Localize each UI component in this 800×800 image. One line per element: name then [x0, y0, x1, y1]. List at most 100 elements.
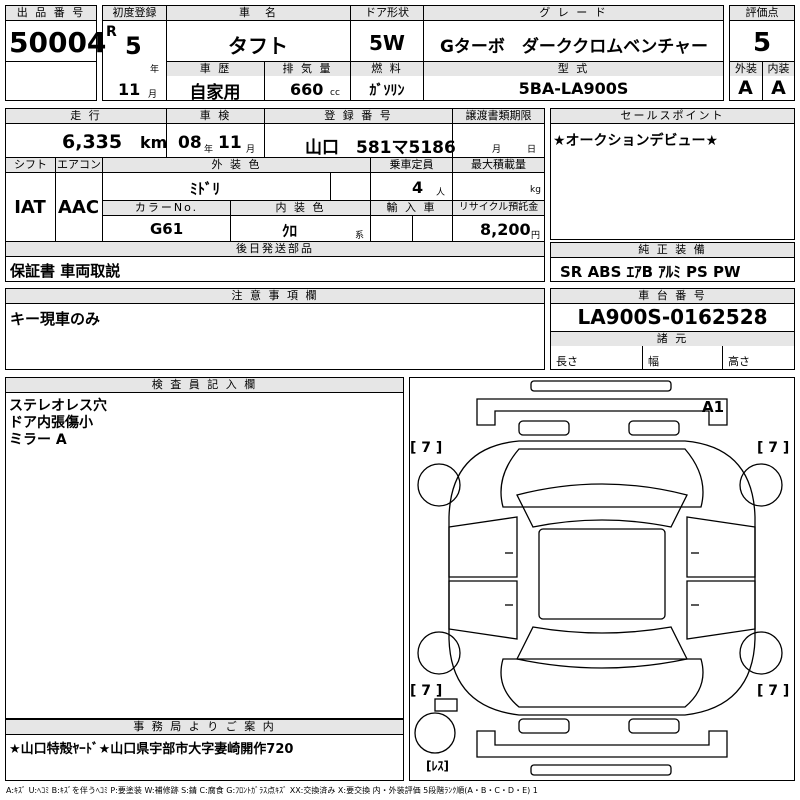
- score: 5: [752, 28, 772, 58]
- door-front-right: [686, 516, 756, 578]
- spare-tire: [414, 712, 456, 754]
- roof: [538, 528, 666, 620]
- standard-equip: SR ABS ｴｱB ｱﾙﾐ PS PW: [560, 263, 741, 281]
- inspection-month-unit: 月: [246, 145, 256, 155]
- inspection-year: 08: [178, 133, 202, 153]
- diagram-mark-front-left: [ 7 ]: [410, 440, 443, 456]
- int-color: ｸﾛ: [282, 222, 298, 240]
- shift-label: シフト: [6, 158, 55, 172]
- mileage: 6,335: [62, 131, 123, 153]
- specs-label: 諸 元: [551, 332, 794, 346]
- chassis-label: 車 台 番 号: [551, 289, 794, 303]
- rear-bumper: [530, 764, 672, 776]
- reg-no-label: 登 録 番 号: [265, 109, 452, 123]
- notes-label: 注 意 事 項 欄: [6, 289, 544, 303]
- lot-number: 50004: [9, 26, 107, 59]
- max-load-unit: kg: [530, 185, 541, 195]
- hood: [500, 448, 704, 508]
- ac-label: エアコン: [56, 158, 102, 172]
- car-name-label: 車 名: [167, 6, 350, 20]
- inspection-year-unit: 年: [204, 145, 214, 155]
- trunk: [500, 658, 704, 708]
- first-reg-year-unit: 年: [150, 65, 160, 75]
- windshield: [516, 483, 688, 528]
- history: 自家用: [189, 83, 241, 103]
- wheel-rear-left: [417, 631, 461, 675]
- mileage-unit: km: [140, 133, 168, 152]
- door-type: 5W: [369, 31, 405, 55]
- spec-height: 高さ: [728, 355, 750, 368]
- model-code-label: 型 式: [424, 62, 723, 76]
- rear-panel: [476, 730, 728, 758]
- wheel-front-left: [417, 463, 461, 507]
- exterior-grade: A: [738, 77, 753, 99]
- front-panel: [476, 398, 728, 426]
- deferred-label: 後日発送部品: [6, 242, 544, 256]
- front-bumper: [530, 380, 672, 392]
- history-label: 車 歴: [167, 62, 264, 76]
- sales-point-label: セールスポイント: [551, 109, 794, 123]
- score-label: 評価点: [730, 6, 794, 20]
- first-reg-era: R: [106, 24, 117, 40]
- door-rear-left: [448, 580, 518, 640]
- displacement-label: 排 気 量: [265, 62, 350, 76]
- rear-window: [516, 626, 688, 669]
- ac: AAC: [57, 197, 100, 218]
- spec-width: 幅: [648, 355, 659, 368]
- car-name: タフト: [228, 34, 288, 58]
- door-label: ドア形状: [351, 6, 423, 20]
- door-front-left: [448, 516, 518, 578]
- mileage-label: 走 行: [6, 109, 166, 123]
- chassis-number: LA900S-0162528: [577, 305, 768, 329]
- first-reg-label: 初度登録: [103, 6, 166, 20]
- capacity-unit: 人: [436, 188, 446, 198]
- wheel-front-right: [739, 463, 783, 507]
- car-body: [448, 440, 756, 716]
- office-label: 事 務 局 よ り ご 案 内: [6, 720, 403, 734]
- headlight-right: [628, 420, 680, 436]
- notes: キー現車のみ: [10, 310, 101, 328]
- transfer-month-unit: 月: [492, 145, 502, 155]
- interior-label: 内装: [763, 62, 794, 76]
- grade-label: グ レ ー ド: [424, 6, 723, 20]
- inspection-month: 11: [218, 133, 242, 153]
- interior-grade: A: [771, 77, 786, 99]
- exterior-label: 外装: [730, 62, 762, 76]
- shift: IAT: [14, 197, 46, 218]
- first-reg-month: 11: [118, 80, 141, 99]
- reg-no: 山口 581マ5186: [305, 138, 456, 158]
- recycle: 8,200: [480, 220, 531, 239]
- capacity: 4: [412, 178, 424, 197]
- diagram-mark-front-right: [ 7 ]: [757, 440, 790, 456]
- sales-point-box: [550, 108, 795, 240]
- office-note: ★山口特殻ﾔｰﾄﾞ★山口県宇部市大字妻崎開作720: [9, 742, 294, 757]
- inspection-label: 車 検: [167, 109, 264, 123]
- fuel-label: 燃 料: [351, 62, 423, 76]
- legend: A:ｷｽﾞ U:ﾍｺﾐ B:ｷｽﾞを伴うﾍｺﾐ P:要塗装 W:補修跡 S:錆 …: [6, 786, 538, 795]
- transfer-label: 譲渡書類期限: [453, 109, 544, 123]
- taillight-left: [518, 718, 570, 734]
- max-load-label: 最大積載量: [453, 158, 544, 172]
- sales-point: ★オークションデビュー★: [553, 133, 719, 149]
- model-code: 5BA-LA900S: [518, 79, 629, 98]
- diagram-a1-mark: A1: [702, 398, 725, 416]
- import-label: 輸 入 車: [371, 201, 452, 215]
- capacity-label: 乗車定員: [371, 158, 452, 172]
- fuel: ｶﾞｿﾘﾝ: [369, 83, 405, 99]
- wheel-rear-right: [739, 631, 783, 675]
- car-diagram: [414, 380, 783, 776]
- transfer-day-unit: 日: [527, 145, 537, 155]
- recycle-unit: 円: [531, 231, 541, 241]
- recycle-label: リサイクル預託金: [453, 201, 544, 215]
- taillight-right: [628, 718, 680, 734]
- ext-color-label: 外 装 色: [103, 158, 370, 172]
- int-color-label: 内 装 色: [231, 201, 370, 215]
- inspector-label: 検 査 員 記 入 欄: [6, 378, 403, 392]
- int-color-unit: 系: [355, 231, 365, 241]
- lot-label: 出 品 番 号: [6, 6, 96, 20]
- displacement: 660: [290, 80, 324, 99]
- grade: Gターボ ダーククロムベンチャー: [439, 37, 709, 57]
- ext-color: ﾐﾄﾞﾘ: [190, 180, 221, 198]
- diagram-mark-rear-left: [ 7 ]: [410, 683, 443, 699]
- spec-length: 長さ: [556, 355, 578, 368]
